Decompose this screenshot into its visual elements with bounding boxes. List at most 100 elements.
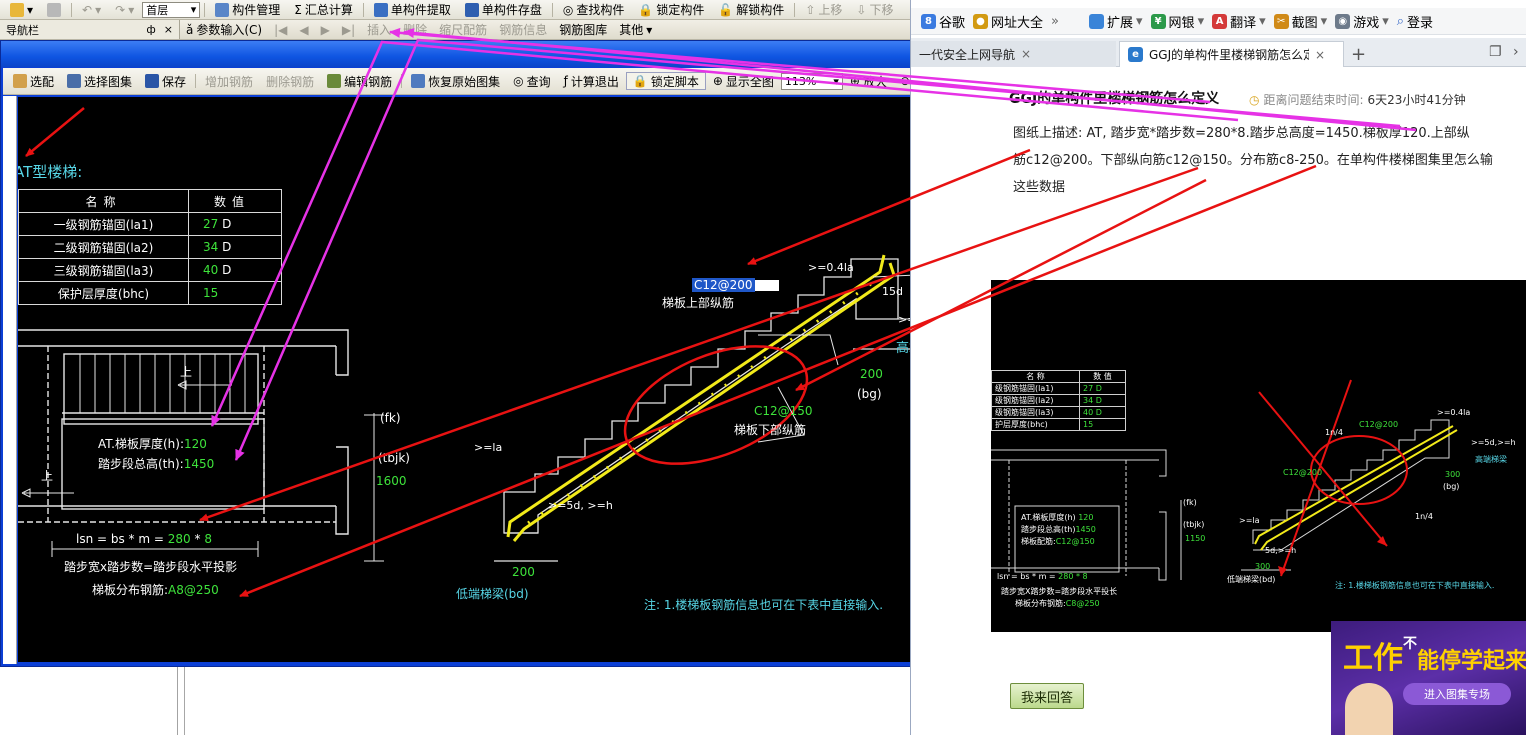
move-down-button[interactable]: ⇩ 下移 — [850, 1, 899, 19]
tool-bank[interactable]: ¥ 网银 ▾ — [1150, 12, 1204, 31]
plan-up-mark: 上 — [41, 469, 54, 483]
scale-rebar-button[interactable]: 缩尺配筋 — [433, 21, 493, 39]
unlock-component-button[interactable]: 🔓 解锁构件 — [712, 1, 790, 19]
find-component-button[interactable]: ◎ 查找构件 — [557, 1, 631, 19]
mini-dist: 梯板配筋:C12@150 — [1021, 536, 1095, 547]
top-rebar-label: 梯板上部纵筋 — [662, 296, 735, 310]
lock-script-button[interactable]: 🔒 锁定脚本 — [625, 72, 706, 90]
row-value[interactable]: 27 — [203, 217, 218, 231]
nav-first-button[interactable]: |◀ — [268, 21, 293, 39]
single-save-button[interactable]: 单构件存盘 — [459, 1, 548, 19]
delete-label: 删除 — [403, 23, 428, 37]
top-rebar-value[interactable]: C12@200 — [692, 278, 755, 292]
tool-translate[interactable]: A 翻译 ▾ — [1212, 12, 1266, 31]
row-value[interactable]: 15 — [203, 286, 218, 300]
delete-button[interactable]: 删除 — [397, 21, 433, 39]
lsn-bs-value[interactable]: 280 — [168, 532, 191, 546]
question-image[interactable]: 名 称数 值 级钢筋锚固(la1) 27 D 级钢筋锚固(la2) 34 D 级钢筋… — [991, 280, 1526, 632]
nav-next-button[interactable]: ▶ — [315, 21, 336, 39]
distribution-rebar-label: 梯板分布钢筋: — [92, 583, 169, 597]
tool-login[interactable]: ⌕ 登录 — [1397, 12, 1433, 31]
calc-exit-label: 计算退出 — [570, 74, 619, 89]
answer-button[interactable]: 我来回答 — [1010, 683, 1084, 709]
nav-panel-tab[interactable]: 导航栏 ф × — [0, 20, 180, 39]
tool-extension[interactable]: 扩展 ▾ — [1089, 12, 1143, 31]
rebar-info-button[interactable]: 钢筋信息 — [493, 21, 553, 39]
ad-enter-button[interactable]: 进入图集专场 — [1403, 683, 1511, 705]
pin-icon[interactable]: ф — [146, 23, 155, 36]
single-extract-button[interactable]: 单构件提取 — [368, 1, 457, 19]
bookmark-url-directory[interactable]: ● 网址大全 — [973, 12, 1043, 31]
zoom-select[interactable]: 113% ▾ — [780, 72, 843, 90]
tab-list-icon[interactable]: ❐ — [1489, 44, 1502, 60]
more-icon[interactable]: › — [1513, 44, 1519, 60]
mini-note: 注: 1.楼梯板钢筋信息也可在下表中直接输入. — [1335, 581, 1495, 590]
undo-button[interactable]: ↶ ▾ — [76, 1, 107, 19]
delete-rebar-button[interactable]: 删除钢筋 — [260, 72, 320, 90]
tool-label: 翻译 — [1230, 15, 1257, 31]
lock-component-button[interactable]: 🔒 锁定构件 — [632, 1, 710, 19]
promo-banner[interactable]: 工作不能停学起来 进入图集专场 — [1331, 621, 1526, 735]
param-input-button[interactable]: ǎ 参数输入(C) — [180, 21, 268, 39]
save-button[interactable]: 保存 — [139, 72, 192, 90]
stair-plan-view — [18, 329, 349, 535]
other-menu-button[interactable]: 其他 ▾ — [613, 21, 658, 39]
zoom-in-button[interactable]: ⊕ 放大 — [844, 72, 893, 90]
close-icon[interactable]: × — [1315, 48, 1325, 62]
row-value-cell[interactable]: 40 D — [188, 258, 282, 282]
row-value[interactable]: 40 — [203, 263, 218, 277]
row-value-cell[interactable]: 34 D — [188, 235, 282, 259]
height-value[interactable]: 1450 — [184, 457, 215, 471]
dialog-toolbar: 选配 选择图集 保存 增加钢筋 删除钢筋 编辑钢筋 恢复原始图集 ◎ 查询 ƒ 计算… — [3, 68, 987, 95]
add-rebar-button[interactable]: 增加钢筋 — [199, 72, 259, 90]
edit-rebar-button[interactable]: 编辑钢筋 — [321, 72, 398, 90]
insert-button[interactable]: 插入 — [361, 21, 397, 39]
plan-up-mark: 上 — [180, 365, 193, 379]
move-up-button[interactable]: ⇧ 上移 — [799, 1, 848, 19]
save-disk-button[interactable] — [41, 1, 67, 19]
drawing-note: 注: 1.楼梯板钢筋信息也可在下表中直接输入. — [644, 598, 884, 612]
nav-prev-button[interactable]: ◀ — [293, 21, 314, 39]
bottom-rebar-value[interactable]: C12@150 — [754, 404, 813, 418]
row-value-cell[interactable]: 15 — [188, 281, 282, 305]
new-tab-button[interactable]: + — [1351, 44, 1366, 65]
lsn-label: lsn = bs * m = — [76, 532, 164, 546]
bookmark-google[interactable]: 8 谷歌 — [921, 12, 965, 31]
summary-calc-button[interactable]: Σ 汇总计算 — [288, 1, 359, 19]
redo-button[interactable]: ↷ ▾ — [109, 1, 140, 19]
show-all-button[interactable]: ⊕ 显示全图 — [707, 72, 780, 90]
calc-exit-button[interactable]: ƒ 计算退出 — [558, 72, 625, 90]
tool-screenshot[interactable]: ✂ 截图 ▾ — [1273, 12, 1327, 31]
question-timer: ◷ 距离问题结束时间: 6天23小时41分钟 — [1249, 91, 1466, 108]
select-atlas-button[interactable]: 选择图集 — [61, 72, 138, 90]
nav-last-button[interactable]: ▶| — [336, 21, 361, 39]
query-button[interactable]: ◎ 查询 — [507, 72, 557, 90]
table-header-value: 数值 — [188, 189, 282, 213]
close-icon[interactable]: × — [1021, 47, 1031, 61]
lsn-m-value[interactable]: 8 — [204, 532, 212, 546]
component-manage-button[interactable]: 构件管理 — [209, 1, 286, 19]
restore-atlas-button[interactable]: 恢复原始图集 — [405, 72, 506, 90]
cad-drawing-canvas[interactable]: AT型楼梯: 名称 数值 一级钢筋锚固(la1) 27 D 二级钢筋锚固(la2… — [18, 97, 985, 662]
ad-slogan-small: 不 — [1403, 636, 1417, 652]
close-icon[interactable]: × — [164, 23, 173, 36]
toolbar-divider — [195, 74, 197, 88]
rebar-library-button[interactable]: 钢筋图库 — [553, 21, 613, 39]
row-value[interactable]: 34 — [203, 240, 218, 254]
row-value-cell[interactable]: 27 D — [188, 212, 282, 236]
thickness-value[interactable]: 120 — [184, 437, 207, 451]
select-button[interactable]: 选配 — [7, 72, 60, 90]
tab-navigation[interactable]: 一代安全上网导航 × — [911, 41, 1116, 67]
component-manage-label: 构件管理 — [232, 3, 281, 17]
nav-panel-title: 导航栏 — [6, 23, 39, 37]
top-rebar-value-field[interactable]: C12@200 — [692, 278, 779, 292]
tool-games[interactable]: ◉ 游戏 ▾ — [1335, 12, 1389, 31]
tab-question[interactable]: e GGJ的单构件里楼梯钢筋怎么定义 × — [1119, 41, 1344, 67]
dialog-title-bar[interactable] — [1, 41, 989, 67]
extract-icon — [373, 2, 388, 17]
distribution-rebar-value[interactable]: A8@250 — [168, 583, 219, 597]
floor-select[interactable]: 首层 ▾ — [142, 1, 201, 18]
mini-lsn-value: 280 * 8 — [1058, 572, 1088, 581]
open-folder-button[interactable]: ▾ — [4, 1, 39, 19]
bookmarks-more-icon[interactable]: » — [1051, 14, 1059, 29]
